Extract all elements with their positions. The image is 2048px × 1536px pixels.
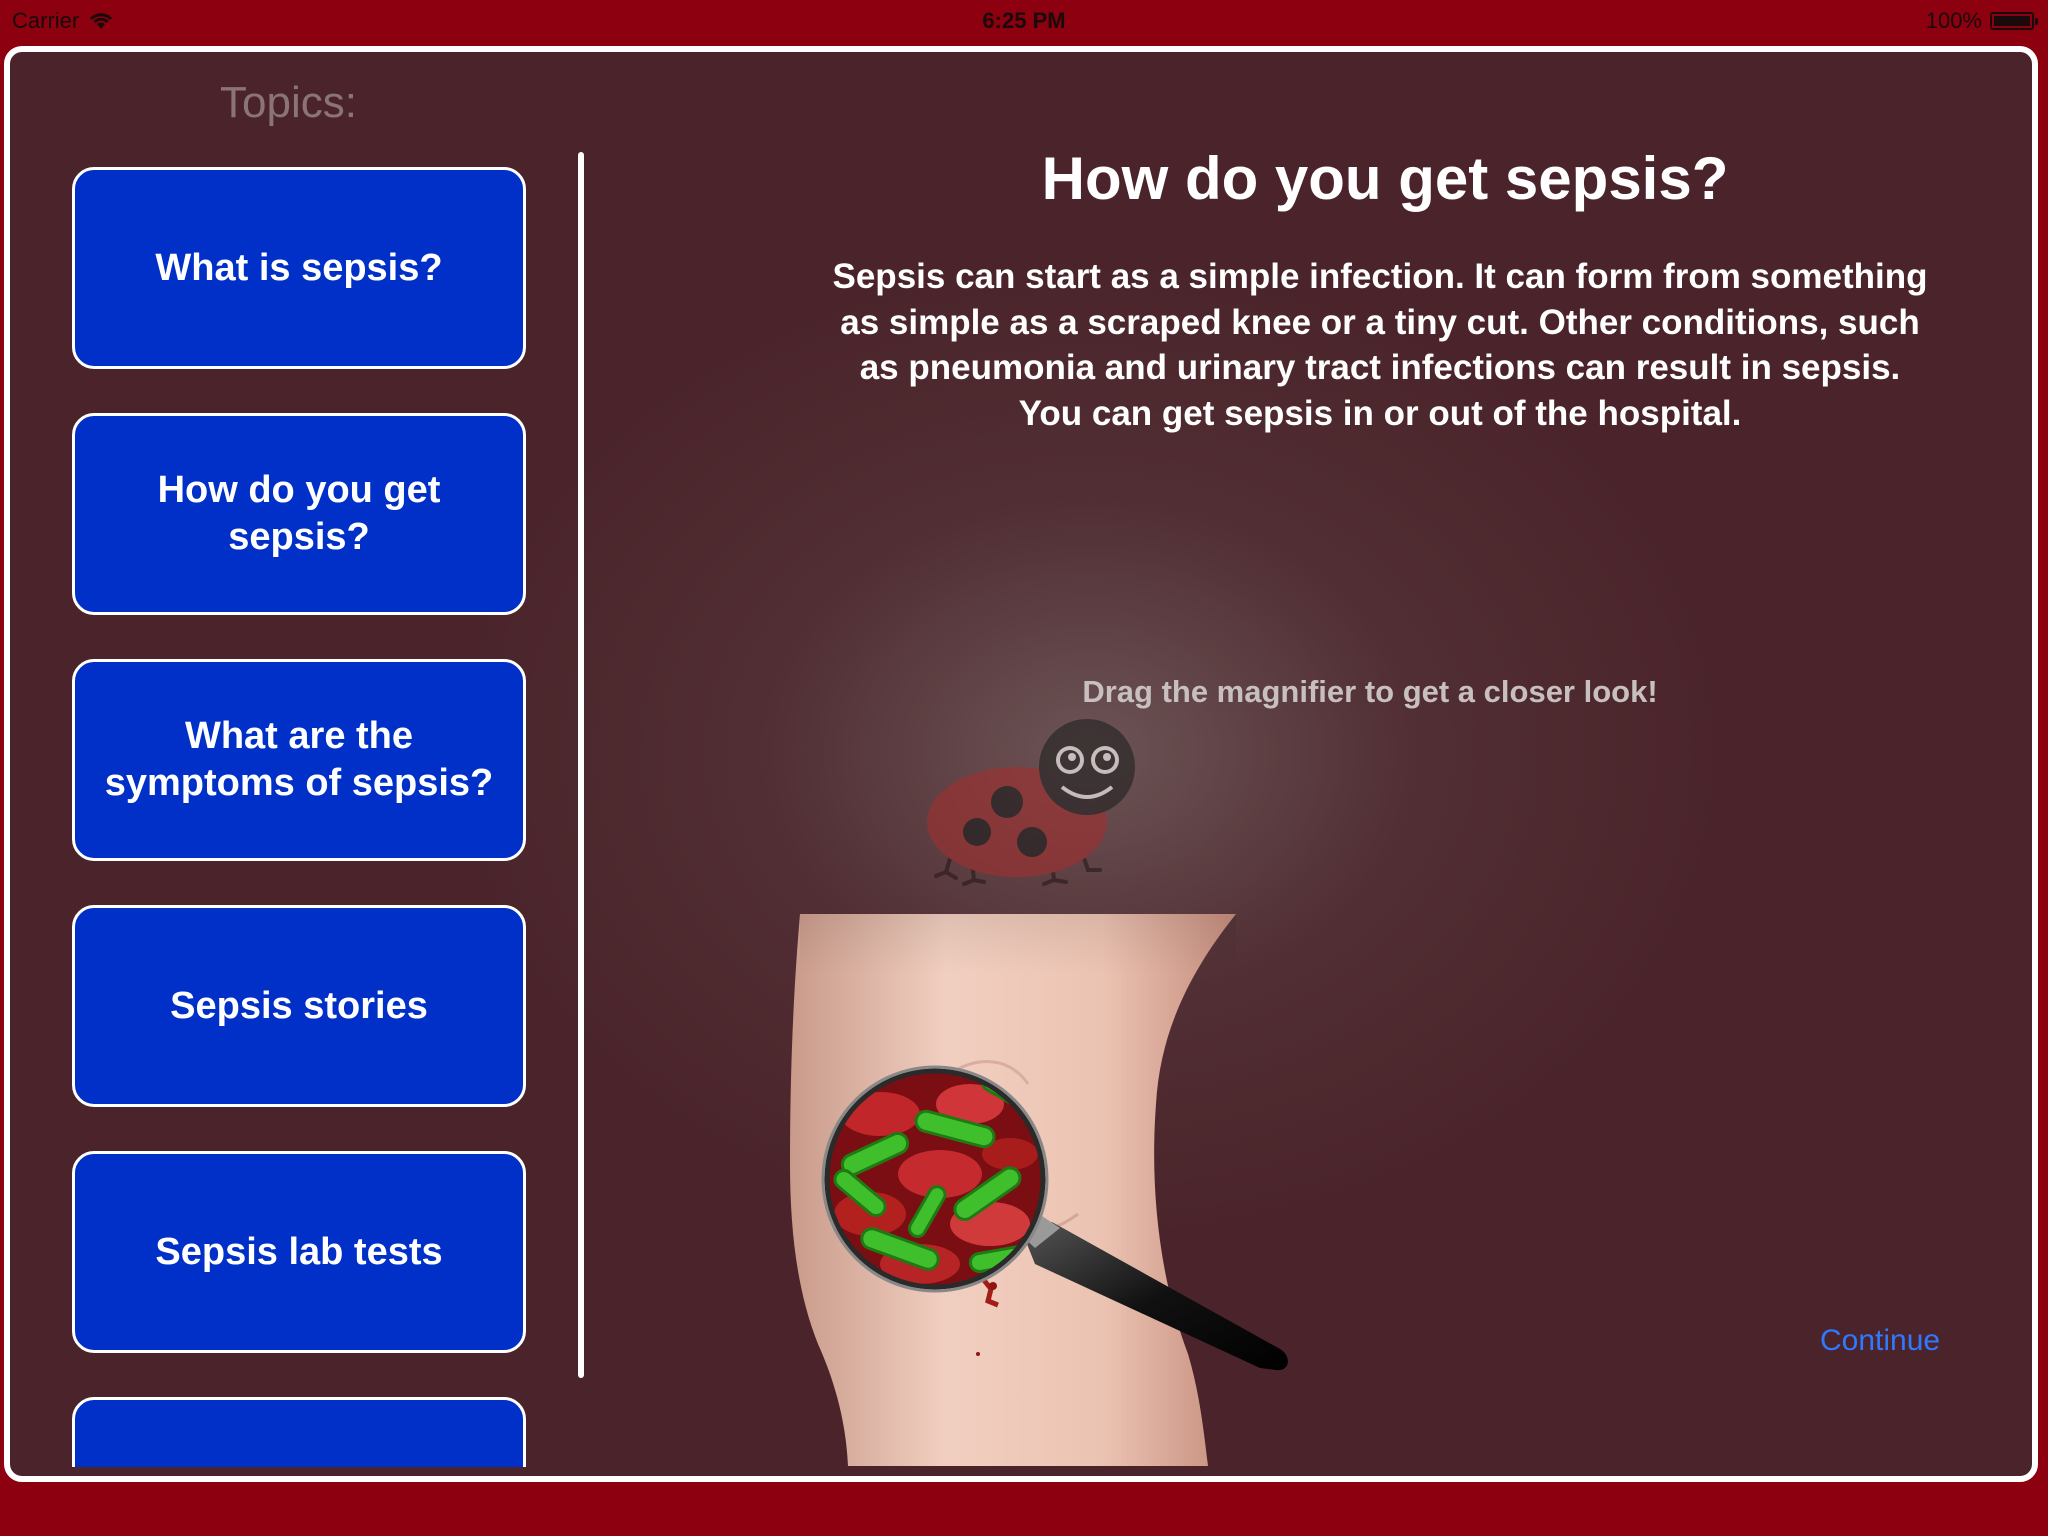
topic-button-sepsis-lab-tests[interactable]: Sepsis lab tests: [72, 1151, 526, 1353]
topic-list[interactable]: What is sepsis? How do you get sepsis? W…: [72, 167, 526, 1467]
topic-button-sepsis-stories[interactable]: Sepsis stories: [72, 905, 526, 1107]
main-panel: Topics: What is sepsis? How do you get s…: [4, 46, 2038, 1482]
clock: 6:25 PM: [982, 8, 1066, 33]
topic-button-symptoms-of-sepsis[interactable]: What are the symptoms of sepsis?: [72, 659, 526, 861]
magnifier-icon[interactable]: [820, 1064, 1310, 1384]
topic-button-what-is-sepsis[interactable]: What is sepsis?: [72, 167, 526, 369]
ladybug-icon: [927, 719, 1135, 886]
topics-heading: Topics:: [220, 78, 357, 127]
status-bar: Carrier 6:25 PM 100%: [0, 0, 2048, 42]
battery-icon: [1990, 12, 2038, 30]
battery-percentage: 100%: [1925, 8, 1982, 33]
sidebar-divider: [578, 152, 584, 1378]
continue-link[interactable]: Continue: [1820, 1324, 1940, 1358]
topic-button-how-do-you-get-sepsis[interactable]: How do you get sepsis?: [72, 413, 526, 615]
content-description: Sepsis can start as a simple infection. …: [832, 257, 1928, 433]
topic-button-partial[interactable]: [72, 1397, 526, 1467]
battery-indicator: 100%: [1925, 8, 2038, 34]
instruction-hint: Drag the magnifier to get a closer look!: [1082, 674, 1658, 709]
page-title: How do you get sepsis?: [1041, 145, 1729, 212]
